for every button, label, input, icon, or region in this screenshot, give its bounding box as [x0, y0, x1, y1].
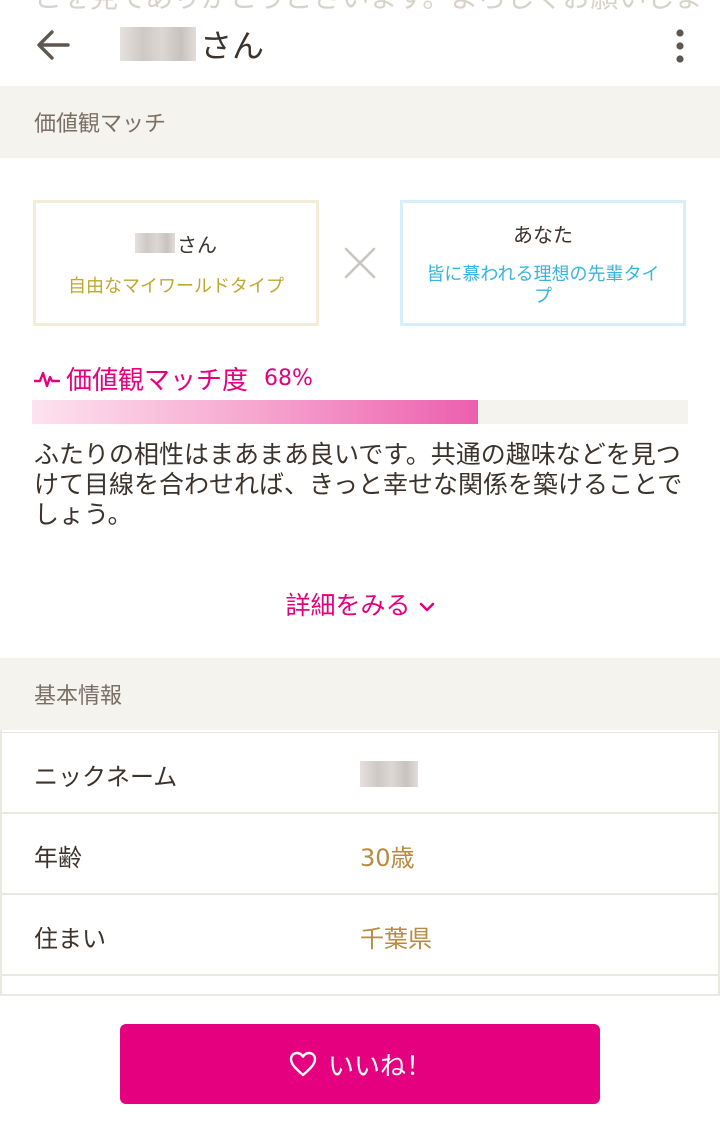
scrolled-message-text: こを見てありがとうございます。よろしくお願いしま	[34, 0, 702, 16]
blurred-name	[135, 233, 175, 253]
chevron-down-icon	[419, 602, 434, 612]
back-arrow-icon[interactable]	[34, 26, 72, 64]
table-row: 住まい 千葉県	[0, 895, 720, 976]
match-degree: 価値観マッチ度 68%	[34, 360, 313, 397]
table-row: 年齢 30歳	[0, 814, 720, 895]
section-header-values: 価値観マッチ	[0, 86, 720, 158]
match-degree-label: 価値観マッチ度	[66, 366, 249, 396]
match-progress-fill	[32, 400, 478, 424]
basic-info-table: ニックネーム 年齢 30歳 住まい 千葉県	[0, 732, 720, 976]
title-suffix: さん	[200, 27, 265, 65]
like-button[interactable]: いいね！	[120, 1024, 600, 1104]
partner-name: さん	[135, 229, 217, 258]
match-description: ふたりの相性はまあまあ良いです。共通の趣味などを見つけて目線を合わせれば、きっと…	[34, 440, 683, 529]
your-type-label: 皆に慕われる理想の先輩タイプ	[426, 263, 660, 307]
blurred-name	[120, 27, 196, 61]
match-percent: 68%	[264, 366, 313, 391]
see-details-link[interactable]: 詳細をみる	[0, 586, 720, 622]
row-label: 住まい	[34, 925, 106, 953]
table-row: ニックネーム	[0, 733, 720, 814]
section-title: 価値観マッチ	[34, 112, 167, 137]
like-label: いいね！	[327, 1051, 432, 1082]
app-header: こを見てありがとうございます。よろしくお願いしま さん	[0, 0, 720, 86]
pulse-icon	[34, 371, 60, 387]
blurred-nickname	[360, 761, 418, 787]
cross-icon	[344, 247, 376, 279]
your-name: あなた	[513, 222, 573, 247]
partner-type-label: 自由なマイワールドタイプ	[68, 275, 284, 297]
heart-icon	[289, 1051, 317, 1077]
row-label: 年齢	[34, 844, 82, 872]
section-title: 基本情報	[34, 684, 123, 709]
page-title: さん	[120, 22, 264, 66]
row-value: 千葉県	[360, 925, 432, 953]
more-vert-icon[interactable]	[668, 28, 692, 64]
partner-type-box: さん 自由なマイワールドタイプ	[33, 200, 319, 326]
row-value: 30歳	[360, 844, 415, 872]
row-label: ニックネーム	[34, 763, 178, 791]
section-header-basic-info: 基本情報	[0, 658, 720, 730]
your-type-box: あなた 皆に慕われる理想の先輩タイプ	[400, 200, 686, 326]
